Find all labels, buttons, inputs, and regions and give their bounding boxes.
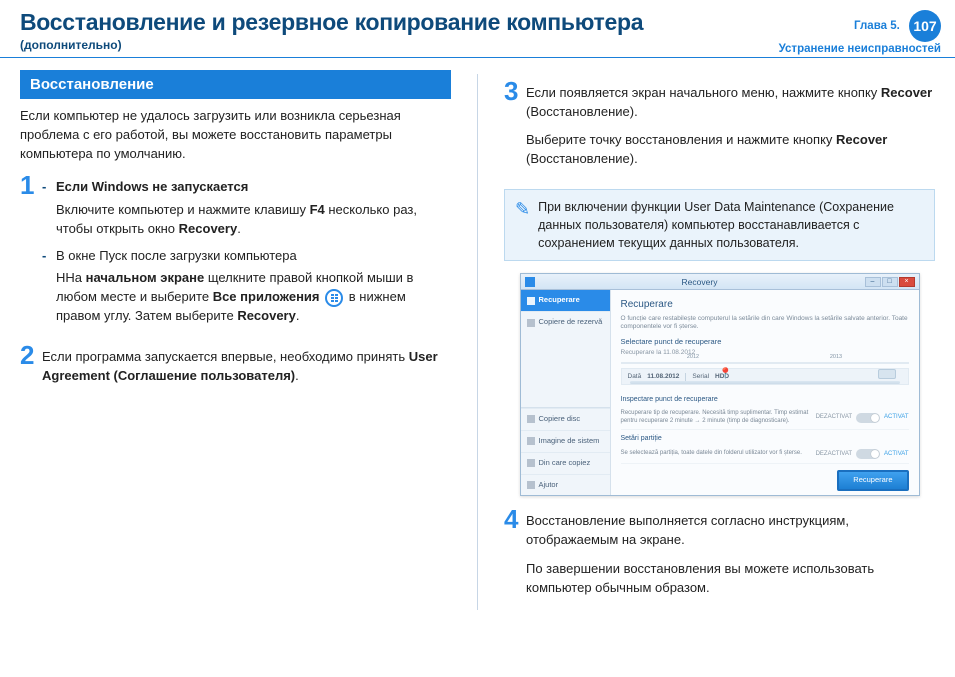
maximize-button[interactable]: □ — [882, 277, 898, 287]
chapter-line-1: Глава 5. — [854, 20, 900, 32]
window-titlebar: Recovery – □ × — [521, 274, 919, 290]
chapter-line-2: Устранение неисправностей — [779, 43, 941, 55]
inspect-desc: Recuperare tip de recuperare. Necesită t… — [621, 410, 816, 424]
step3-body-2: Выберите точку восстановления и нажмите … — [526, 131, 935, 169]
info-text: При включении функции User Data Maintena… — [538, 198, 924, 252]
sidebar-item-copy-from[interactable]: Din care copiez — [521, 452, 610, 474]
window-title: Recovery — [535, 276, 865, 288]
restore-point-title: Selectare punct de recuperare — [621, 337, 909, 348]
step1-case2-title: В окне Пуск после загрузки компьютера — [56, 247, 297, 266]
app-icon — [525, 277, 535, 287]
minimize-button[interactable]: – — [865, 277, 881, 287]
page-header: Восстановление и резервное копирование к… — [0, 0, 955, 58]
column-divider — [477, 74, 478, 610]
step-number: 4 — [504, 506, 526, 532]
step4-body-1: Восстановление выполняется согласно инст… — [526, 512, 935, 550]
step-4: 4 Восстановление выполняется согласно ин… — [504, 508, 935, 607]
partition-desc: Se selectează partiția, toate datele din… — [621, 450, 816, 457]
chapter-info: Глава 5. 107 Устранение неисправностей — [779, 10, 941, 58]
step-2: 2 Если программа запускается впервые, не… — [20, 344, 451, 396]
sidebar-item-recover[interactable]: Recuperare — [521, 290, 610, 311]
info-callout: ✎ При включении функции User Data Mainte… — [504, 189, 935, 261]
inspect-head: Inspectare punct de recuperare — [621, 395, 909, 405]
partition-option: Se selectează partiția, toate datele din… — [621, 445, 909, 464]
step1-case1-title: Если Windows не запускается — [56, 178, 248, 197]
partition-head: Setări partiție — [621, 434, 909, 444]
backup-icon — [527, 319, 535, 327]
partition-toggle[interactable] — [856, 449, 880, 459]
sidebar-item-system-image[interactable]: Imagine de sistem — [521, 430, 610, 452]
right-column: 3 Если появляется экран начального меню,… — [504, 70, 935, 614]
dash-icon: - — [42, 178, 56, 197]
app-main: Recuperare O funcție care restabilește c… — [611, 290, 919, 495]
step1-case2-body: ННа начальном экране щелкните правой кно… — [56, 269, 451, 326]
step-number: 2 — [20, 342, 42, 368]
image-icon — [527, 437, 535, 445]
close-button[interactable]: × — [899, 277, 915, 287]
step2-body: Если программа запускается впервые, необ… — [42, 348, 451, 386]
recovery-app-window: Recovery – □ × Recuperare Copiere de rez… — [520, 273, 920, 496]
section-intro: Если компьютер не удалось загрузить или … — [20, 107, 451, 164]
dash-icon: - — [42, 247, 56, 266]
disc-icon — [527, 415, 535, 423]
page-number-badge: 107 — [909, 10, 941, 42]
toggle-off-label: DEZACTIVAT — [816, 413, 852, 422]
help-icon — [527, 481, 535, 489]
app-sidebar: Recuperare Copiere de rezervă Copiere di… — [521, 290, 611, 495]
all-apps-icon — [325, 289, 343, 307]
step-number: 3 — [504, 78, 526, 104]
recover-icon — [527, 297, 535, 305]
sidebar-item-backup[interactable]: Copiere de rezervă — [521, 311, 610, 333]
toggle-on-label: ACTIVAT — [884, 450, 908, 459]
timeline-pin-icon[interactable]: 📍 — [719, 367, 733, 383]
toggle-off-label: DEZACTIVAT — [816, 450, 852, 459]
inspect-toggle[interactable] — [856, 413, 880, 423]
inspect-option: Recuperare tip de recuperare. Necesită t… — [621, 406, 909, 429]
app-heading: Recuperare — [621, 298, 909, 313]
step3-body-1: Если появляется экран начального меню, н… — [526, 84, 935, 122]
step4-body-2: По завершении восстановления вы можете и… — [526, 560, 935, 598]
note-icon: ✎ — [515, 198, 530, 252]
step1-case1-body: Включите компьютер и нажмите клавишу F4 … — [56, 201, 451, 239]
sidebar-item-help[interactable]: Ajutor — [521, 474, 610, 496]
step-3: 3 Если появляется экран начального меню,… — [504, 80, 935, 179]
step-1: 1 - Если Windows не запускается Включите… — [20, 174, 451, 334]
left-column: Восстановление Если компьютер не удалось… — [20, 70, 451, 614]
app-desc: O funcție care restabilește computerul l… — [621, 315, 909, 331]
step-number: 1 — [20, 172, 42, 198]
copy-icon — [527, 459, 535, 467]
sidebar-item-disc-copy[interactable]: Copiere disc — [521, 408, 610, 430]
restore-timeline[interactable]: 📍 2012 2013 — [621, 362, 909, 364]
recover-button[interactable]: Recuperare — [837, 470, 908, 491]
toggle-on-label: ACTIVAT — [884, 413, 908, 422]
timeline-chip-icon[interactable] — [878, 369, 896, 379]
section-title: Восстановление — [20, 70, 451, 100]
